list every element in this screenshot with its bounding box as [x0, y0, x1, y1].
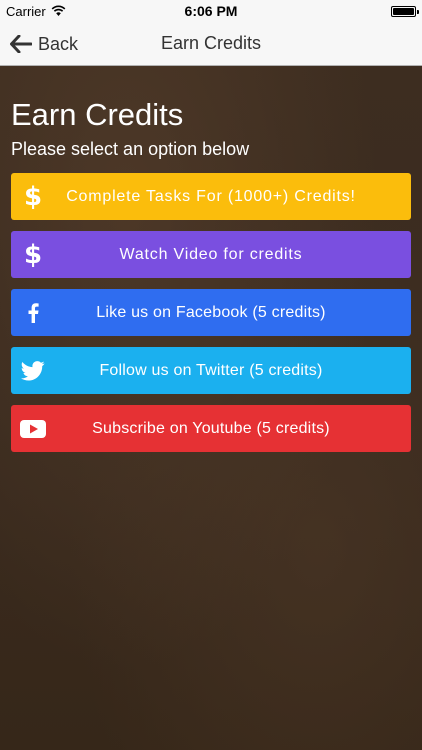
- wifi-icon: [51, 4, 66, 19]
- facebook-like-button[interactable]: Like us on Facebook (5 credits): [11, 289, 411, 336]
- option-label: Complete Tasks For (1000+) Credits!: [66, 187, 356, 205]
- battery-icon: [391, 5, 419, 17]
- carrier-label: Carrier: [6, 3, 46, 19]
- twitter-follow-button[interactable]: Follow us on Twitter (5 credits): [11, 347, 411, 394]
- status-right: [276, 5, 419, 17]
- page-title: Earn Credits: [11, 97, 184, 132]
- option-label: Follow us on Twitter (5 credits): [99, 361, 323, 379]
- twitter-icon: [11, 347, 55, 394]
- status-time: 6:06 PM: [184, 3, 238, 19]
- option-label: Like us on Facebook (5 credits): [96, 303, 326, 321]
- option-label: Watch Video for credits: [119, 245, 303, 263]
- page-subtitle: Please select an option below: [11, 139, 250, 159]
- status-left: Carrier: [6, 4, 146, 19]
- facebook-icon: [11, 289, 55, 336]
- option-label: Subscribe on Youtube (5 credits): [92, 419, 330, 437]
- youtube-subscribe-button[interactable]: Subscribe on Youtube (5 credits): [11, 405, 411, 452]
- nav-bar: Back Earn Credits: [0, 22, 422, 66]
- watch-video-button[interactable]: $ Watch Video for credits: [11, 231, 411, 278]
- back-button[interactable]: Back: [10, 22, 78, 66]
- back-label: Back: [38, 33, 79, 54]
- back-arrow-icon: [10, 35, 32, 53]
- dollar-icon: $: [23, 239, 43, 270]
- dollar-icon: $: [23, 181, 43, 212]
- status-bar: Carrier 6:06 PM: [0, 0, 422, 22]
- content-area: Earn Credits Please select an option bel…: [0, 66, 422, 750]
- complete-tasks-button[interactable]: $ Complete Tasks For (1000+) Credits!: [11, 173, 411, 220]
- youtube-icon: [11, 405, 55, 452]
